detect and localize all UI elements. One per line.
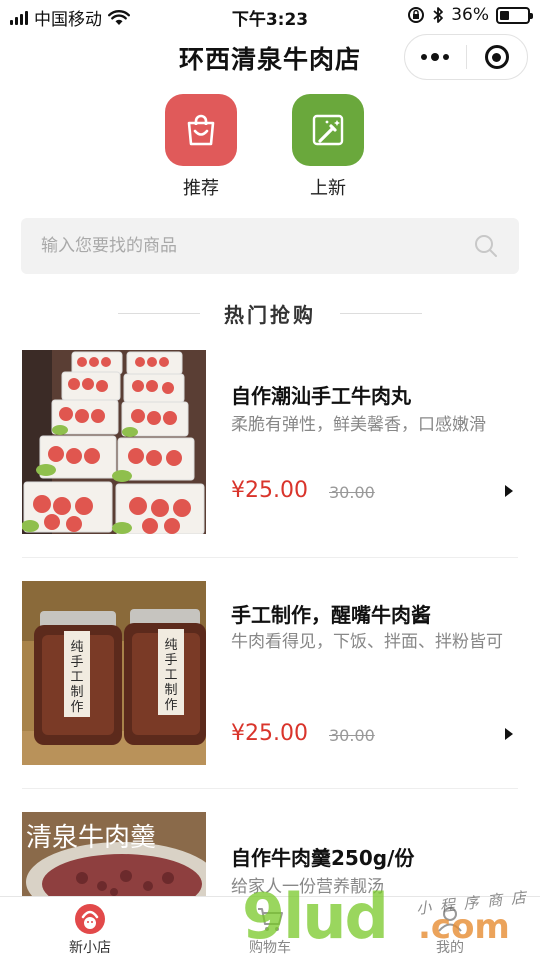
search-icon[interactable] [473,233,499,259]
product-price: ¥25.00 [231,478,308,503]
product-image: 纯手工制作 纯手工制作 [22,581,206,765]
tab-bar: 新小店 购物车 我的 [0,896,540,960]
chevron-right-icon[interactable] [505,485,513,497]
tab-mine[interactable]: 我的 [360,897,540,960]
beef-soup-photo: 清泉牛肉羹 [22,812,206,896]
target-icon [484,45,509,69]
entry-new[interactable]: 上新 [283,94,373,200]
status-right: 36% [407,5,533,25]
card-separator [22,788,518,789]
entry-recommend[interactable]: 推荐 [156,94,246,200]
shop-logo-icon [74,903,106,935]
product-desc: 牛肉看得见，下饭、拌面、拌粉皆可 [231,632,503,652]
jar-label-left: 纯手工制作 [70,640,83,715]
status-bar: 中国移动 下午3:23 36% [0,0,540,32]
battery-icon [496,6,533,24]
product-desc: 柔脆有弹性，鲜美馨香，口感嫩滑 [231,415,486,435]
section-title: 热门抢购 [224,302,316,327]
product-price: ¥25.00 [231,721,308,746]
product-card[interactable]: 自作潮汕手工牛肉丸 柔脆有弹性，鲜美馨香，口感嫩滑 ¥25.00 30.00 [0,350,540,558]
product-image: 清泉牛肉羹 [22,812,206,896]
product-name: 自作牛肉羹250g/份 [231,846,415,870]
product-card[interactable]: 清泉牛肉羹 自作牛肉羹250g/份 给家人一份营养靓汤 [0,812,540,902]
section-line-right [340,312,422,314]
shopping-bag-icon [165,94,237,166]
beef-sauce-jars-photo: 纯手工制作 纯手工制作 [22,581,206,765]
entry-recommend-label: 推荐 [183,178,219,199]
tab-cart[interactable]: 购物车 [180,897,360,960]
tab-cart-label: 购物车 [249,940,291,956]
orientation-lock-icon [408,7,425,23]
more-dots-icon [421,52,450,61]
jar-label-right: 纯手工制作 [164,638,177,713]
search-input[interactable] [41,236,473,256]
section-line-left [118,312,200,314]
product-original-price: 30.00 [329,483,375,502]
battery-percent: 36% [451,5,489,25]
magic-wand-icon [292,94,364,166]
chevron-right-icon[interactable] [505,728,513,740]
card-separator [22,557,518,558]
tab-shop[interactable]: 新小店 [0,897,180,960]
mini-program-capsule [404,34,528,80]
product-card[interactable]: 纯手工制作 纯手工制作 手工制作，醒嘴牛肉酱 牛肉看得见，下饭、拌面、拌粉皆可 … [0,581,540,789]
battery-fill [500,10,510,20]
beef-balls-photo [22,350,206,534]
product-name: 手工制作，醒嘴牛肉酱 [231,603,431,627]
tab-mine-label: 我的 [436,940,464,956]
close-button[interactable] [467,35,528,79]
entry-new-label: 上新 [310,178,346,199]
product-original-price: 30.00 [329,726,375,745]
product-image [22,350,206,534]
soup-image-caption: 清泉牛肉羹 [26,823,156,853]
more-button[interactable] [405,35,466,79]
search-bar [21,218,519,274]
cart-icon [254,903,286,935]
bluetooth-icon [433,7,444,23]
tab-shop-label: 新小店 [69,940,111,956]
section-header: 热门抢购 [0,298,540,328]
user-icon [434,903,466,935]
product-name: 自作潮汕手工牛肉丸 [231,384,411,408]
